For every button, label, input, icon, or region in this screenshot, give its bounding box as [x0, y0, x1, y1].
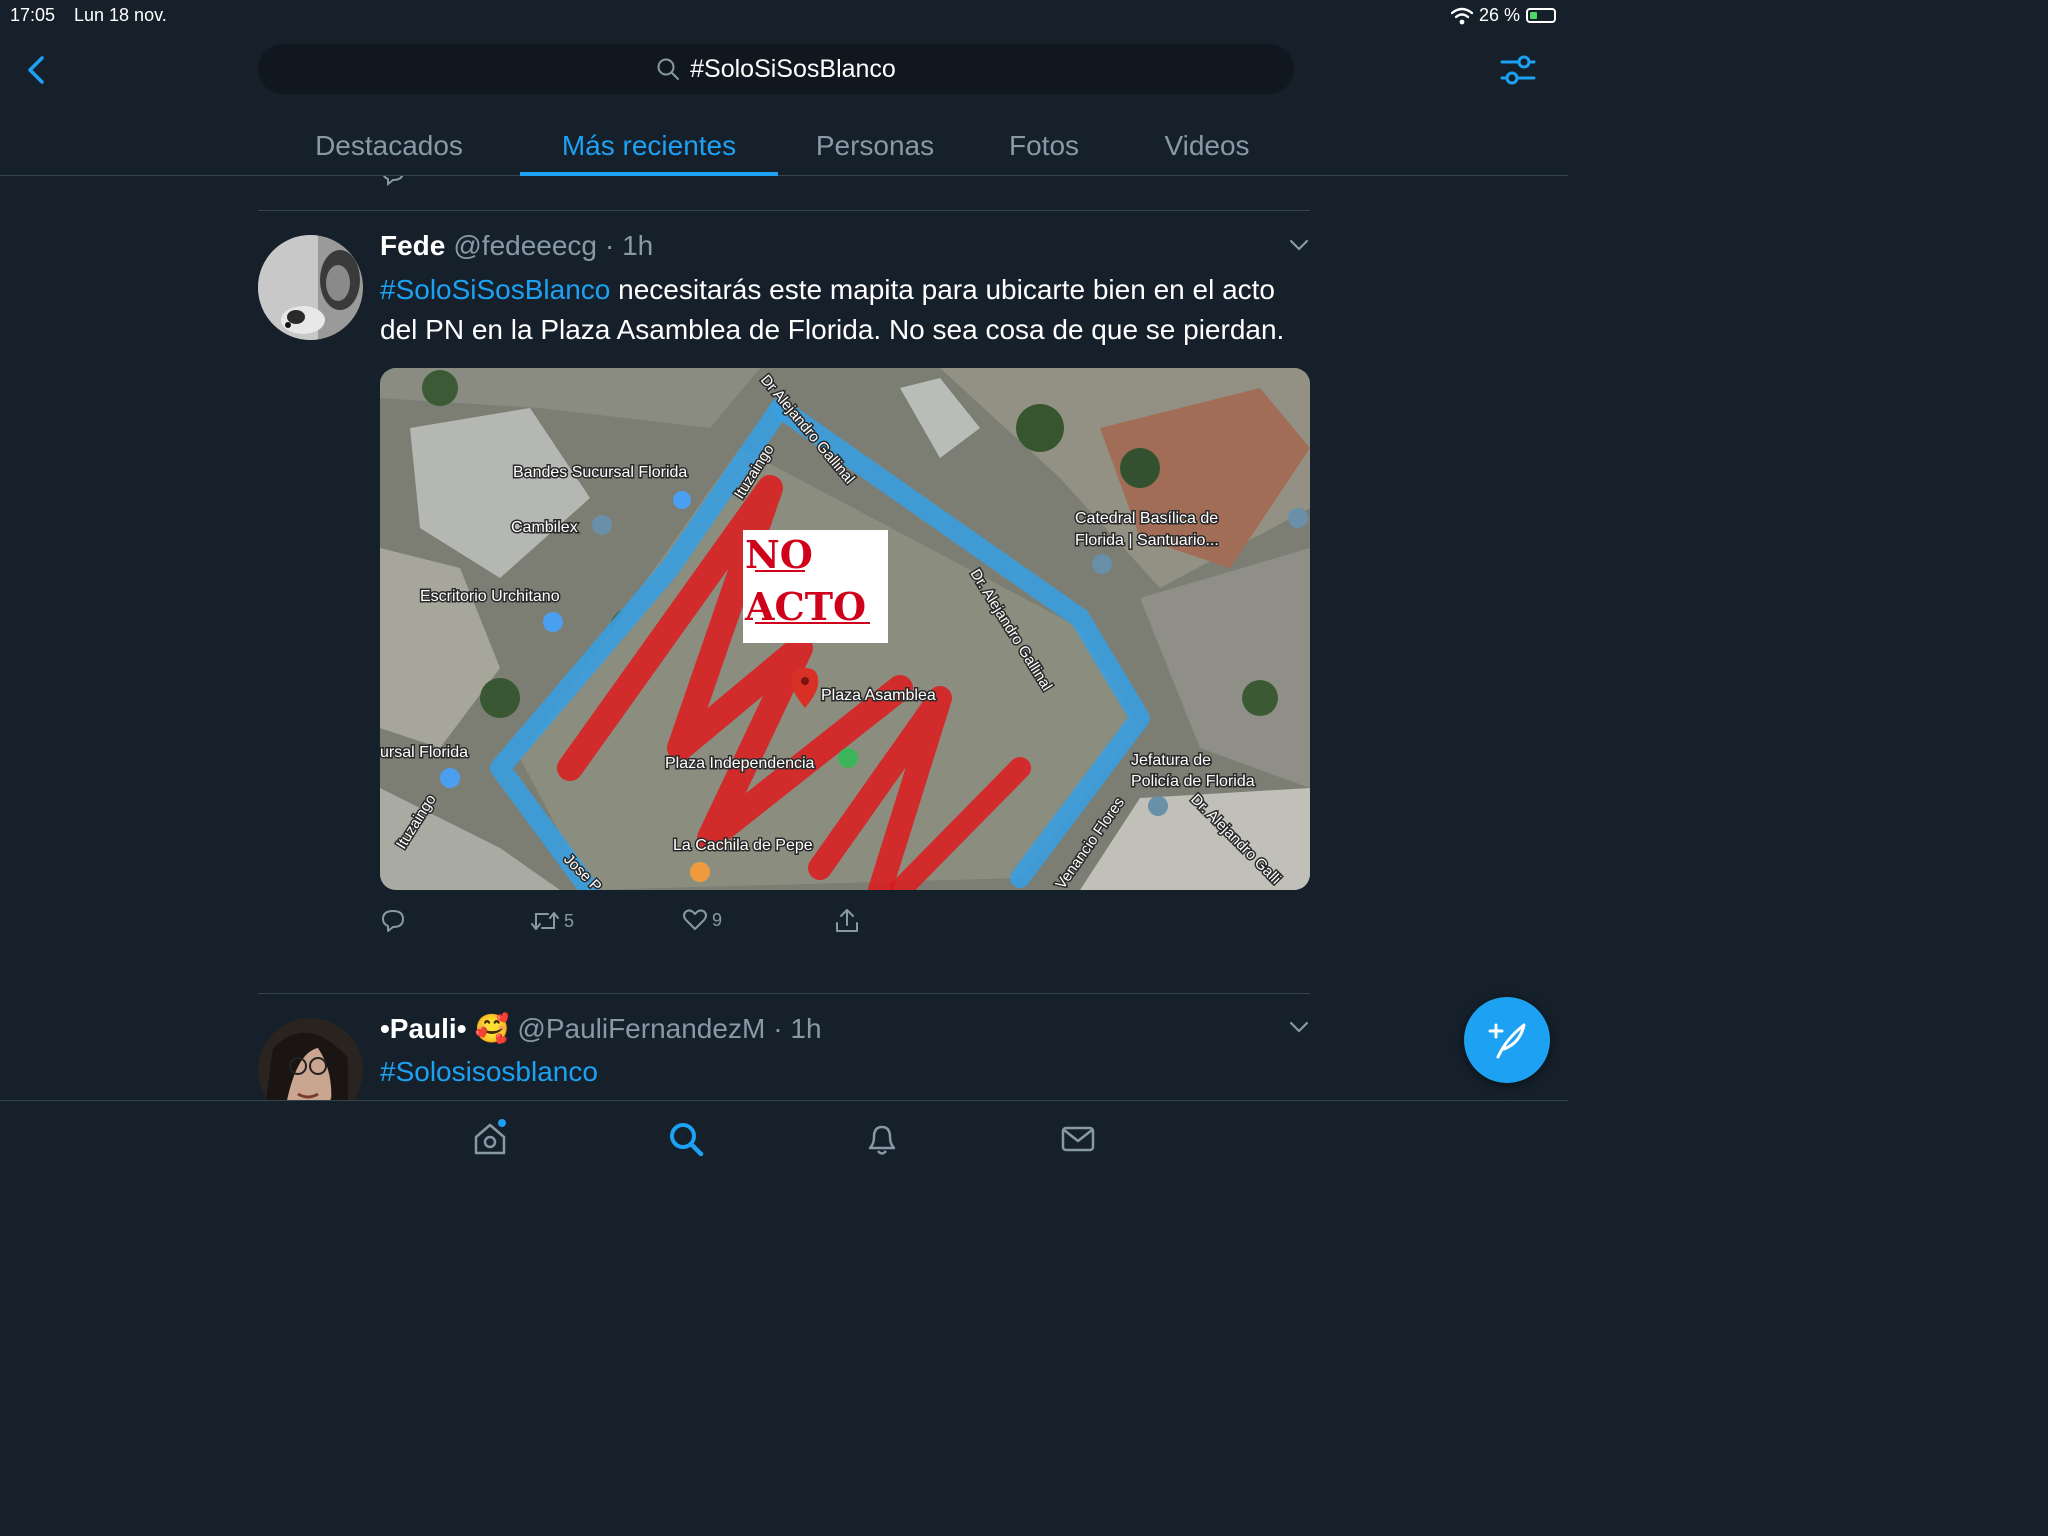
previous-tweet-actions: 4 7: [380, 176, 880, 186]
back-icon[interactable]: [20, 50, 56, 90]
label-bandes: Bandes Sucursal Florida: [513, 464, 687, 481]
no-acto-line1: NO: [745, 532, 813, 577]
share-button[interactable]: [834, 908, 860, 934]
previous-like-count: 7: [714, 176, 724, 179]
tab-videos[interactable]: Videos: [1116, 116, 1298, 176]
retweet-count: 5: [564, 910, 575, 931]
filter-icon[interactable]: [1498, 50, 1538, 90]
chevron-down-icon[interactable]: [1288, 1016, 1310, 1038]
tweet-meta: •Pauli• 🥰 @PauliFernandezM · 1h: [380, 1012, 1310, 1052]
label-catedral-1: Catedral Basílica de: [1075, 510, 1218, 527]
tweet-text: #Solosisosblanco: [380, 1052, 1310, 1092]
retweet-button[interactable]: 5: [530, 908, 574, 934]
tweet-time: · 1h: [605, 230, 654, 261]
retweet-icon: [531, 912, 559, 930]
tab-mas-recientes[interactable]: Más recientes: [520, 116, 778, 176]
status-time: 17:05: [10, 5, 56, 25]
tweet-media-map[interactable]: NO ACTO Bandes Sucursal Florida Cambilex…: [380, 368, 1310, 890]
avatar[interactable]: [258, 235, 363, 340]
app-window: 17:05 Lun 18 nov. 26 % #SoloSiSosBlanco: [0, 0, 1568, 1176]
notifications-icon[interactable]: [862, 1119, 902, 1159]
tweet-actions: 5 9: [380, 904, 1310, 954]
tweet-feed[interactable]: 4 7 Fede @fedeeecg: [0, 176, 1568, 1100]
explore-icon[interactable]: [666, 1119, 706, 1159]
label-sucursal: ursal Florida: [380, 744, 468, 761]
hashtag-link[interactable]: #Solosisosblanco: [380, 1056, 598, 1087]
battery-percent: 26 %: [1478, 5, 1520, 25]
compose-icon: [1488, 1023, 1526, 1059]
label-cambilex: Cambilex: [511, 519, 578, 536]
search-header: #SoloSiSosBlanco Destacados Más reciente…: [0, 32, 1568, 176]
label-catedral-2: Florida | Santuario...: [1075, 532, 1219, 549]
status-bar: 17:05 Lun 18 nov. 26 %: [0, 0, 1568, 32]
author-name[interactable]: Fede: [380, 230, 445, 262]
map-image: NO ACTO Bandes Sucursal Florida Cambilex…: [380, 368, 1310, 890]
reply-button[interactable]: [380, 908, 406, 934]
reply-icon: [382, 910, 404, 932]
author-emoji: 🥰: [474, 1013, 510, 1044]
label-plaza-independencia: Plaza Independencia: [665, 755, 815, 772]
author-name[interactable]: •Pauli•: [380, 1013, 467, 1045]
home-icon[interactable]: [470, 1119, 510, 1159]
tweet-divider: [258, 210, 1310, 211]
battery-icon: [1526, 8, 1556, 23]
label-plaza-asamblea: Plaza Asamblea: [821, 687, 936, 704]
search-query: #SoloSiSosBlanco: [690, 54, 896, 83]
avatar[interactable]: [258, 1018, 363, 1100]
wifi-icon: [1450, 7, 1473, 24]
tweet-body: •Pauli• 🥰 @PauliFernandezM · 1h #Solosis…: [380, 1012, 1310, 1092]
hashtag-link[interactable]: #SoloSiSosBlanco: [380, 274, 610, 305]
bottom-tab-bar: [0, 1100, 1568, 1176]
no-acto-line2: ACTO: [744, 584, 866, 629]
status-right: 26 %: [1450, 5, 1556, 26]
search-input[interactable]: #SoloSiSosBlanco: [258, 44, 1294, 94]
author-handle[interactable]: @PauliFernandezM: [517, 1013, 765, 1045]
avatar-image: [258, 235, 363, 340]
like-button[interactable]: 9: [682, 908, 722, 932]
label-escritorio: Escritorio Urchitano: [420, 588, 560, 605]
tweet-time: · 1h: [773, 1013, 822, 1044]
compose-tweet-button[interactable]: [1464, 997, 1550, 1083]
tweet-text: #SoloSiSosBlanco necesitarás este mapita…: [380, 270, 1310, 350]
search-tabs: Destacados Más recientes Personas Fotos …: [258, 116, 1298, 176]
tweet-meta: Fede @fedeeecg · 1h: [380, 230, 1310, 270]
tweet-body: Fede @fedeeecg · 1h #SoloSiSosBlanco nec…: [380, 230, 1310, 954]
previous-retweet-count: 4: [534, 176, 544, 179]
reply-icon[interactable]: [380, 176, 406, 186]
chevron-down-icon[interactable]: [1288, 234, 1310, 256]
avatar-image: [258, 1018, 363, 1100]
like-count: 9: [712, 909, 723, 930]
tab-fotos[interactable]: Fotos: [972, 116, 1116, 176]
status-date: Lun 18 nov.: [74, 5, 167, 25]
tweet-divider: [258, 993, 1310, 994]
messages-icon[interactable]: [1058, 1119, 1098, 1159]
label-jefatura-2: Policía de Florida: [1131, 773, 1255, 790]
label-cachila: La Cachila de Pepe: [673, 837, 813, 854]
share-icon: [836, 909, 858, 932]
tab-personas[interactable]: Personas: [778, 116, 972, 176]
like-icon: [683, 909, 707, 930]
tab-destacados[interactable]: Destacados: [258, 116, 520, 176]
search-icon: [657, 58, 680, 80]
author-handle[interactable]: @fedeeecg: [453, 230, 597, 262]
label-jefatura-1: Jefatura de: [1131, 752, 1211, 769]
